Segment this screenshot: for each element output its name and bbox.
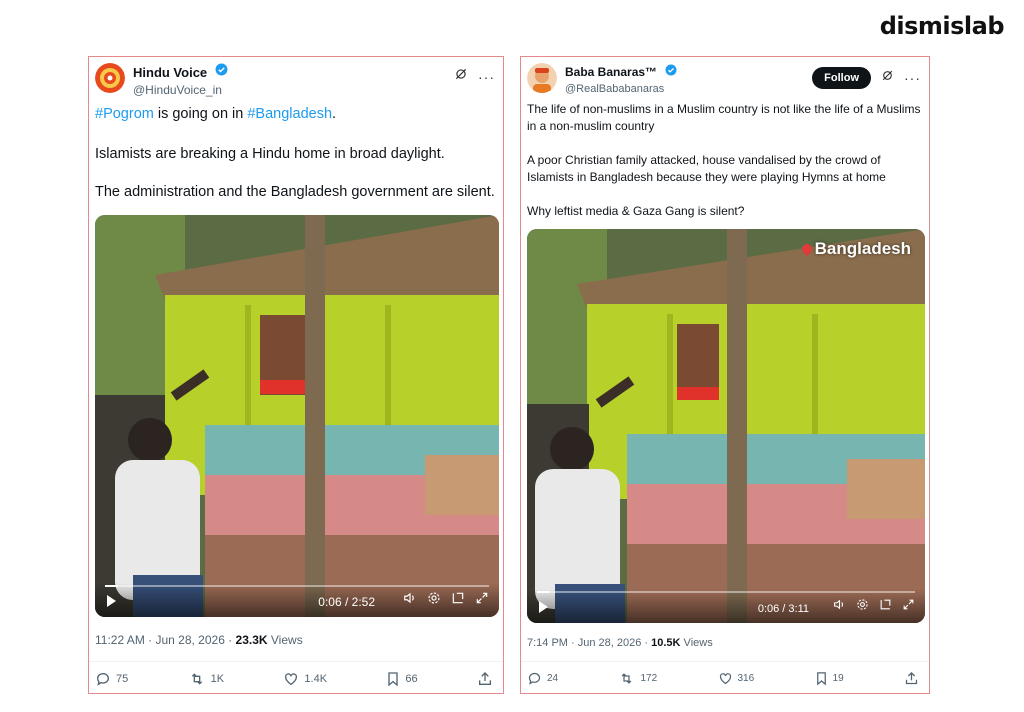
like-icon xyxy=(718,671,733,686)
verified-icon xyxy=(665,63,677,81)
tweet-text: #Pogrom is going on in #Bangladesh. xyxy=(95,105,495,124)
pip-icon[interactable] xyxy=(879,598,892,616)
hashtag-link[interactable]: #Pogrom xyxy=(95,106,154,122)
avatar[interactable] xyxy=(527,63,557,93)
tweet-paragraph: The administration and the Bangladesh go… xyxy=(95,184,495,200)
repost-icon xyxy=(618,671,635,686)
more-icon[interactable]: ··· xyxy=(904,71,921,85)
reply-icon xyxy=(95,671,111,687)
bookmark-icon xyxy=(815,671,828,686)
tweet-meta: 11:22 AM · Jun 28, 2026 · 23.3K Views xyxy=(95,633,303,647)
settings-icon[interactable] xyxy=(856,598,869,616)
repost-count: 1K xyxy=(210,673,225,685)
display-name[interactable]: Hindu Voice xyxy=(133,65,207,80)
video-frame xyxy=(527,229,925,623)
action-bar: 75 1K 1.4K 66 xyxy=(95,671,493,687)
tweet-meta: 7:14 PM · Jun 28, 2026 · 10.5K Views xyxy=(527,637,713,649)
bookmark-count: 19 xyxy=(832,673,844,684)
bookmark-icon xyxy=(386,671,400,687)
reply-icon xyxy=(527,671,542,686)
user-handle[interactable]: @RealBababanaras xyxy=(565,83,677,95)
share-icon xyxy=(477,671,493,687)
share-button[interactable] xyxy=(477,671,493,687)
like-count: 1.4K xyxy=(304,673,328,685)
play-icon[interactable] xyxy=(107,595,116,607)
user-handle[interactable]: @HinduVoice_in xyxy=(133,83,228,97)
tweet-card-baba-banaras: Baba Banaras™ @RealBababanaras Follow ··… xyxy=(520,56,930,694)
like-icon xyxy=(283,671,299,687)
video-time: 0:06 / 2:52 xyxy=(318,595,375,609)
views-label: Views xyxy=(267,633,303,647)
tweet-paragraph: A poor Christian family attacked, house … xyxy=(527,153,886,184)
reply-count: 75 xyxy=(116,673,129,685)
hashtag-link[interactable]: #Bangladesh xyxy=(247,106,332,122)
views-label: Views xyxy=(680,637,713,649)
like-count: 316 xyxy=(737,673,755,684)
verified-icon xyxy=(215,63,228,81)
volume-icon[interactable] xyxy=(833,598,846,616)
bookmark-button[interactable]: 66 xyxy=(386,671,418,687)
more-icon[interactable]: ··· xyxy=(478,70,495,84)
repost-button[interactable]: 1K xyxy=(188,671,224,687)
tweet-card-hindu-voice: Hindu Voice @HinduVoice_in ··· #Pogrom i… xyxy=(88,56,504,694)
reply-button[interactable]: 24 xyxy=(527,671,558,686)
share-button[interactable] xyxy=(904,671,919,686)
tweet-text-segment: . xyxy=(332,106,337,122)
settings-icon[interactable] xyxy=(427,591,441,610)
video-player[interactable]: Bangladesh 0:06 / 3:11 xyxy=(527,229,925,623)
view-count: 10.5K xyxy=(651,637,681,649)
bookmark-count: 66 xyxy=(405,673,418,685)
tweet-header: Baba Banaras™ @RealBababanaras Follow ··… xyxy=(521,57,929,101)
tweet-header: Hindu Voice @HinduVoice_in ··· xyxy=(89,57,503,101)
pip-icon[interactable] xyxy=(451,591,465,610)
repost-button[interactable]: 172 xyxy=(618,671,657,686)
view-count: 23.3K xyxy=(235,633,268,647)
reply-button[interactable]: 75 xyxy=(95,671,128,687)
video-frame xyxy=(95,215,499,617)
play-icon[interactable] xyxy=(539,601,548,613)
tweet-paragraph: The life of non-muslims in a Muslim coun… xyxy=(527,102,921,133)
location-overlay: Bangladesh xyxy=(799,239,911,259)
like-button[interactable]: 316 xyxy=(718,671,755,686)
avatar[interactable] xyxy=(95,63,125,93)
reply-count: 24 xyxy=(547,673,559,684)
divider xyxy=(521,661,929,662)
tweet-paragraph: Islamists are breaking a Hindu home in b… xyxy=(95,146,445,162)
grok-icon[interactable] xyxy=(881,69,894,87)
tweet-datetime[interactable]: 11:22 AM · Jun 28, 2026 · xyxy=(95,633,236,647)
action-bar: 24 172 316 19 xyxy=(527,671,919,686)
share-icon xyxy=(904,671,919,686)
tweet-paragraph: Why leftist media & Gaza Gang is silent? xyxy=(527,204,745,218)
bookmark-button[interactable]: 19 xyxy=(815,671,844,686)
volume-icon[interactable] xyxy=(403,591,417,610)
follow-button[interactable]: Follow xyxy=(812,67,871,89)
tweet-text-segment: is going on in xyxy=(153,106,248,122)
video-player[interactable]: 0:06 / 2:52 xyxy=(95,215,499,617)
fullscreen-icon[interactable] xyxy=(902,598,915,616)
repost-count: 172 xyxy=(640,673,658,684)
tweet-datetime[interactable]: 7:14 PM · Jun 28, 2026 · xyxy=(527,637,651,649)
video-progress-bar[interactable] xyxy=(105,585,489,587)
divider xyxy=(89,661,503,662)
like-button[interactable]: 1.4K xyxy=(283,671,327,687)
fullscreen-icon[interactable] xyxy=(475,591,489,610)
location-pin-icon xyxy=(799,241,814,257)
repost-icon xyxy=(188,671,206,687)
display-name[interactable]: Baba Banaras™ xyxy=(565,65,657,79)
video-time: 0:06 / 3:11 xyxy=(757,603,809,615)
video-progress-bar[interactable] xyxy=(537,591,915,593)
grok-icon[interactable] xyxy=(454,67,468,86)
location-label: Bangladesh xyxy=(814,239,911,258)
dismislab-logo: dismislab xyxy=(879,12,1005,40)
